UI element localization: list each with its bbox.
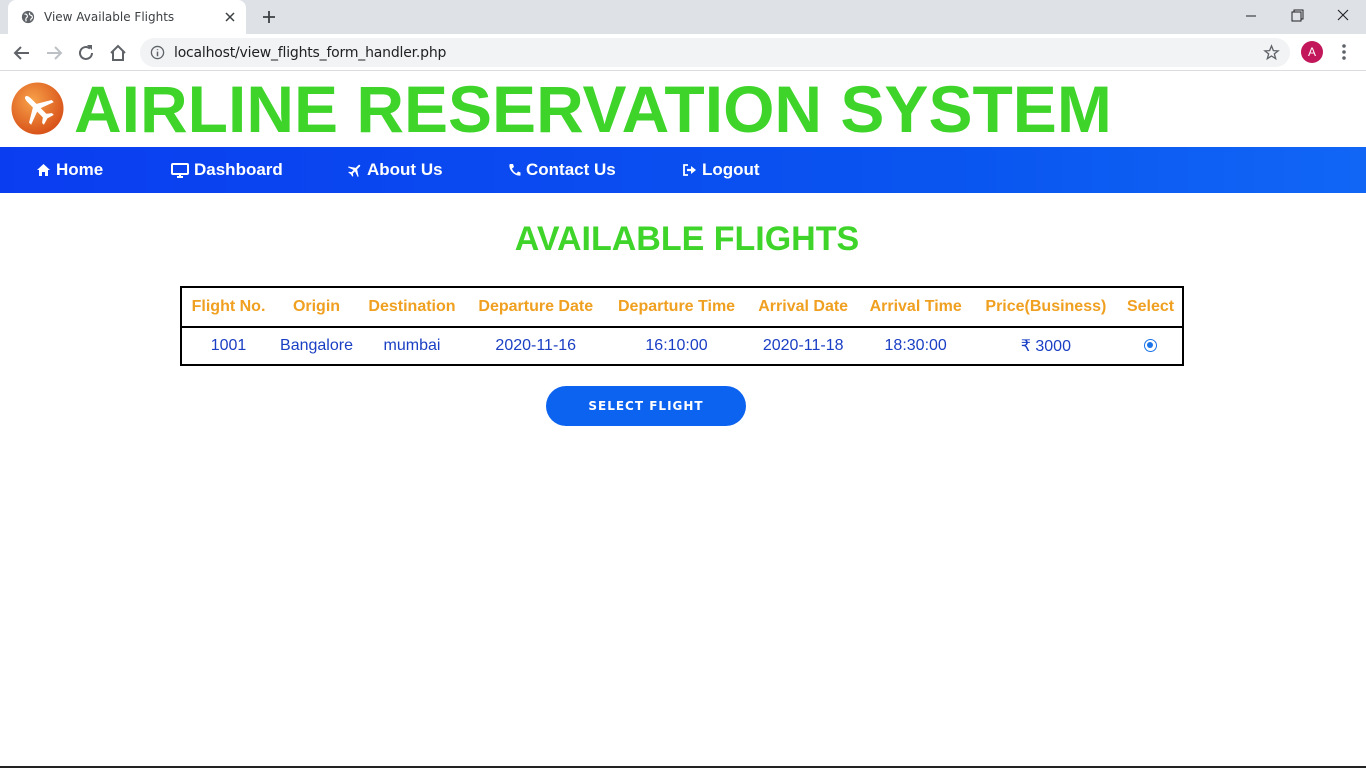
col-arrival-date: Arrival Date xyxy=(747,287,859,328)
back-icon[interactable] xyxy=(11,42,33,64)
minimize-icon[interactable] xyxy=(1239,6,1263,26)
nav-home[interactable]: Home xyxy=(36,160,103,180)
browser-tabstrip: View Available Flights xyxy=(0,0,1366,34)
globe-icon xyxy=(21,10,35,24)
plane-icon xyxy=(348,164,361,177)
new-tab-icon[interactable] xyxy=(260,8,278,26)
reload-icon[interactable] xyxy=(75,42,97,64)
sign-out-icon xyxy=(683,164,696,176)
close-window-icon[interactable] xyxy=(1331,6,1355,26)
col-departure-time: Departure Time xyxy=(605,287,748,328)
info-icon[interactable] xyxy=(150,45,165,60)
col-select: Select xyxy=(1119,287,1183,328)
site-title: AIRLINE RESERVATION SYSTEM xyxy=(74,72,1112,146)
cell-arrival-date: 2020-11-18 xyxy=(762,337,844,354)
cell-origin: Bangalore xyxy=(280,337,353,354)
col-departure-date: Departure Date xyxy=(466,287,606,328)
cell-select xyxy=(1119,327,1183,365)
nav-contact-label: Contact Us xyxy=(526,160,616,179)
table-header-row: Flight No. Origin Destination Departure … xyxy=(181,287,1183,328)
airplane-logo-icon xyxy=(11,82,64,135)
cell-price: ₹ 3000 xyxy=(1020,338,1071,355)
cell-destination: mumbai xyxy=(383,337,441,354)
flight-select-radio[interactable] xyxy=(1144,339,1158,353)
cell-arrival-time: 18:30:00 xyxy=(884,337,947,354)
nav-logout-label: Logout xyxy=(702,160,760,179)
restore-icon[interactable] xyxy=(1285,6,1309,26)
nav-about-label: About Us xyxy=(367,160,443,179)
nav-home-label: Home xyxy=(56,160,104,179)
more-menu-icon[interactable] xyxy=(1335,42,1353,62)
home-icon xyxy=(37,164,50,176)
bookmark-star-icon[interactable] xyxy=(1263,44,1280,61)
main-navbar: Home Dashboard About Us Contact Us Logou… xyxy=(0,147,1366,193)
col-arrival-time: Arrival Time xyxy=(858,287,973,328)
page-title: AVAILABLE FLIGHTS xyxy=(514,220,860,258)
nav-logout[interactable]: Logout xyxy=(682,160,760,180)
close-tab-icon[interactable] xyxy=(222,9,238,25)
nav-about[interactable]: About Us xyxy=(348,160,443,180)
home-icon[interactable] xyxy=(107,42,129,64)
browser-toolbar: localhost/view_flights_form_handler.php … xyxy=(0,34,1366,71)
address-bar[interactable]: localhost/view_flights_form_handler.php xyxy=(140,38,1290,67)
table-row: 1001 Bangalore mumbai 2020-11-16 16:10:0… xyxy=(181,327,1183,365)
site-header: AIRLINE RESERVATION SYSTEM xyxy=(0,72,1366,147)
col-flight-no: Flight No. xyxy=(181,287,276,328)
col-origin: Origin xyxy=(275,287,358,328)
cell-flight-no: 1001 xyxy=(210,337,247,354)
flights-table: Flight No. Origin Destination Departure … xyxy=(180,286,1184,366)
profile-avatar[interactable]: A xyxy=(1301,41,1323,63)
phone-icon xyxy=(509,164,521,176)
url-text: localhost/view_flights_form_handler.php xyxy=(174,45,447,61)
nav-contact[interactable]: Contact Us xyxy=(508,160,616,180)
col-destination: Destination xyxy=(357,287,467,328)
browser-tab[interactable]: View Available Flights xyxy=(8,0,246,34)
forward-icon[interactable] xyxy=(43,42,65,64)
col-price: Price(Business) xyxy=(972,287,1120,328)
cell-departure-date: 2020-11-16 xyxy=(495,337,577,354)
desktop-icon xyxy=(171,162,189,178)
cell-departure-time: 16:10:00 xyxy=(645,337,708,354)
select-flight-button[interactable]: SELECT FLIGHT xyxy=(546,386,746,426)
nav-dashboard[interactable]: Dashboard xyxy=(171,160,283,180)
nav-dashboard-label: Dashboard xyxy=(194,160,283,179)
tab-title: View Available Flights xyxy=(44,10,175,24)
